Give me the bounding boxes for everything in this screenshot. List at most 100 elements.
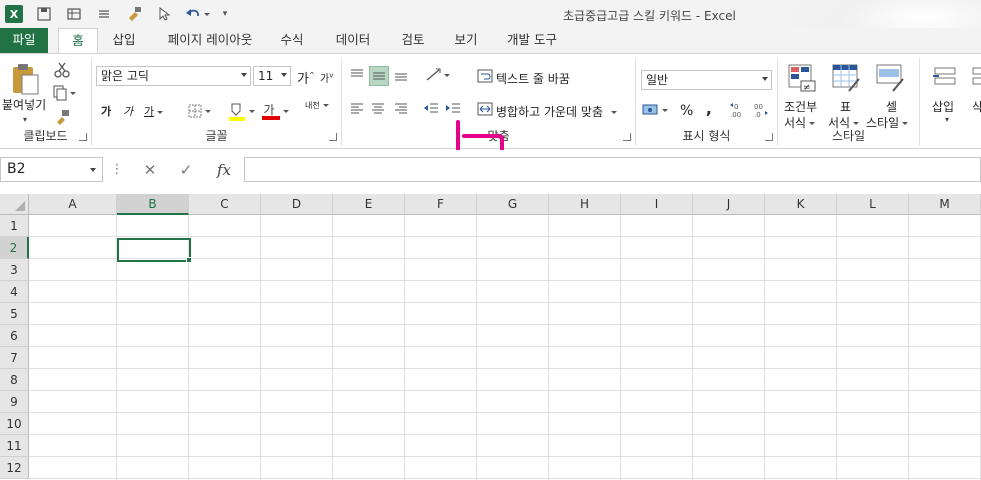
cell-styles-icon[interactable] — [874, 62, 906, 94]
phonetic-button[interactable]: 내천 — [305, 101, 329, 110]
column-header-e[interactable]: E — [333, 194, 405, 215]
column-header-b[interactable]: B — [117, 194, 189, 215]
row-header-4[interactable]: 4 — [0, 281, 29, 303]
align-left-icon[interactable] — [348, 100, 366, 118]
tab-file[interactable]: 파일 — [0, 28, 48, 53]
insert-cells-dropdown-icon[interactable]: ▾ — [942, 114, 952, 124]
row-header-10[interactable]: 10 — [0, 413, 29, 435]
tab-formulas[interactable]: 수식 — [272, 28, 312, 53]
font-color-icon[interactable]: 가 — [260, 100, 290, 122]
insert-cells-button[interactable]: 삽입 — [932, 98, 954, 115]
format-painter-icon[interactable] — [122, 2, 146, 26]
align-middle-icon[interactable] — [369, 66, 389, 86]
column-header-i[interactable]: I — [621, 194, 693, 215]
wrap-text-icon[interactable] — [476, 67, 494, 85]
column-header-h[interactable]: H — [549, 194, 621, 215]
formula-input[interactable] — [244, 157, 981, 182]
decrease-indent-icon[interactable] — [422, 100, 440, 118]
select-all-button[interactable] — [0, 194, 29, 215]
delete-cells-button[interactable]: 삭 — [972, 98, 981, 115]
cancel-icon[interactable]: ✕ — [132, 157, 168, 182]
font-launcher-icon[interactable] — [329, 133, 337, 141]
column-header-m[interactable]: M — [909, 194, 981, 215]
copy-icon[interactable] — [52, 84, 76, 102]
border-icon[interactable] — [184, 102, 214, 120]
customize-qat-icon[interactable]: ▾ — [218, 2, 232, 26]
format-as-table-icon[interactable] — [830, 62, 862, 94]
column-header-f[interactable]: F — [405, 194, 477, 215]
row-header-9[interactable]: 9 — [0, 391, 29, 413]
row-header-8[interactable]: 8 — [0, 369, 29, 391]
align-bottom-icon[interactable] — [392, 66, 410, 84]
column-header-j[interactable]: J — [693, 194, 765, 215]
accounting-format-icon[interactable] — [642, 101, 668, 119]
enter-icon[interactable]: ✓ — [168, 157, 204, 182]
row-header-7[interactable]: 7 — [0, 347, 29, 369]
format-as-table-label[interactable]: 표 — [840, 98, 851, 115]
cut-icon[interactable] — [52, 61, 72, 79]
row-header-1[interactable]: 1 — [0, 215, 29, 237]
fill-color-icon[interactable] — [226, 100, 256, 122]
save-icon[interactable] — [32, 2, 56, 26]
conditional-formatting-icon[interactable]: ≠ — [786, 62, 818, 94]
name-box[interactable]: B2 — [0, 157, 103, 182]
paste-button[interactable]: 붙여넣기 — [2, 96, 46, 113]
conditional-formatting-label[interactable]: 조건부 — [784, 98, 817, 115]
more-options-icon[interactable]: ⋮ — [108, 157, 126, 182]
excel-logo-icon[interactable]: X — [2, 2, 26, 26]
italic-button[interactable]: 가 — [123, 103, 133, 119]
row-header-11[interactable]: 11 — [0, 435, 29, 457]
tab-view[interactable]: 보기 — [446, 28, 486, 53]
align-center-icon[interactable] — [369, 100, 387, 118]
insert-function-icon[interactable]: fx — [206, 157, 242, 182]
tab-page-layout[interactable]: 페이지 레이아웃 — [160, 28, 260, 53]
grow-font-button[interactable]: 가^ — [297, 68, 315, 87]
paste-dropdown-icon[interactable]: ▾ — [20, 114, 30, 124]
decrease-decimal-icon[interactable]: 00.0 — [750, 100, 770, 120]
active-cell[interactable] — [117, 238, 191, 262]
alignment-launcher-icon[interactable] — [623, 133, 631, 141]
font-size-select[interactable]: 11 — [253, 66, 291, 86]
column-header-k[interactable]: K — [765, 194, 837, 215]
align-top-icon[interactable] — [348, 66, 366, 84]
number-format-select[interactable]: 일반 — [641, 70, 772, 90]
underline-button[interactable]: 가 — [144, 103, 164, 119]
row-header-6[interactable]: 6 — [0, 325, 29, 347]
column-header-a[interactable]: A — [29, 194, 117, 215]
undo-icon[interactable] — [182, 2, 212, 26]
column-header-d[interactable]: D — [261, 194, 333, 215]
clipboard-launcher-icon[interactable] — [79, 133, 87, 141]
merge-center-button[interactable]: 병합하고 가운데 맞춤 — [496, 103, 617, 120]
tab-review[interactable]: 검토 — [393, 28, 433, 53]
fill-handle[interactable] — [186, 257, 192, 263]
form-icon[interactable] — [62, 2, 86, 26]
tab-home[interactable]: 홈 — [58, 28, 98, 53]
tab-data[interactable]: 데이터 — [326, 28, 380, 53]
align-right-icon[interactable] — [392, 100, 410, 118]
cell-styles-label[interactable]: 셀 — [886, 98, 897, 115]
delete-cells-icon[interactable] — [970, 62, 981, 94]
row-header-2[interactable]: 2 — [0, 237, 29, 259]
tab-developer[interactable]: 개발 도구 — [500, 28, 564, 53]
insert-cells-icon[interactable] — [930, 62, 960, 94]
column-header-g[interactable]: G — [477, 194, 549, 215]
pointer-icon[interactable] — [152, 2, 176, 26]
row-header-3[interactable]: 3 — [0, 259, 29, 281]
row-header-12[interactable]: 12 — [0, 457, 29, 479]
tab-insert[interactable]: 삽입 — [104, 28, 144, 53]
column-header-c[interactable]: C — [189, 194, 261, 215]
row-header-5[interactable]: 5 — [0, 303, 29, 325]
number-launcher-icon[interactable] — [765, 133, 773, 141]
touch-mode-icon[interactable] — [92, 2, 116, 26]
worksheet-grid[interactable]: ABCDEFGHIJKLM 1 2 3 4 5 6 7 8 9 10 11 12 — [0, 194, 981, 480]
increase-decimal-icon[interactable]: 0.00 — [728, 100, 748, 120]
column-header-l[interactable]: L — [837, 194, 909, 215]
format-painter-button-icon[interactable] — [52, 108, 72, 126]
comma-button[interactable]: , — [706, 100, 712, 118]
wrap-text-button[interactable]: 텍스트 줄 바꿈 — [496, 70, 570, 87]
shrink-font-button[interactable]: 가v — [320, 70, 333, 85]
orientation-icon[interactable] — [422, 66, 452, 84]
paste-icon[interactable] — [8, 62, 42, 96]
percent-button[interactable]: % — [680, 103, 693, 119]
bold-button[interactable]: 가 — [101, 103, 111, 119]
